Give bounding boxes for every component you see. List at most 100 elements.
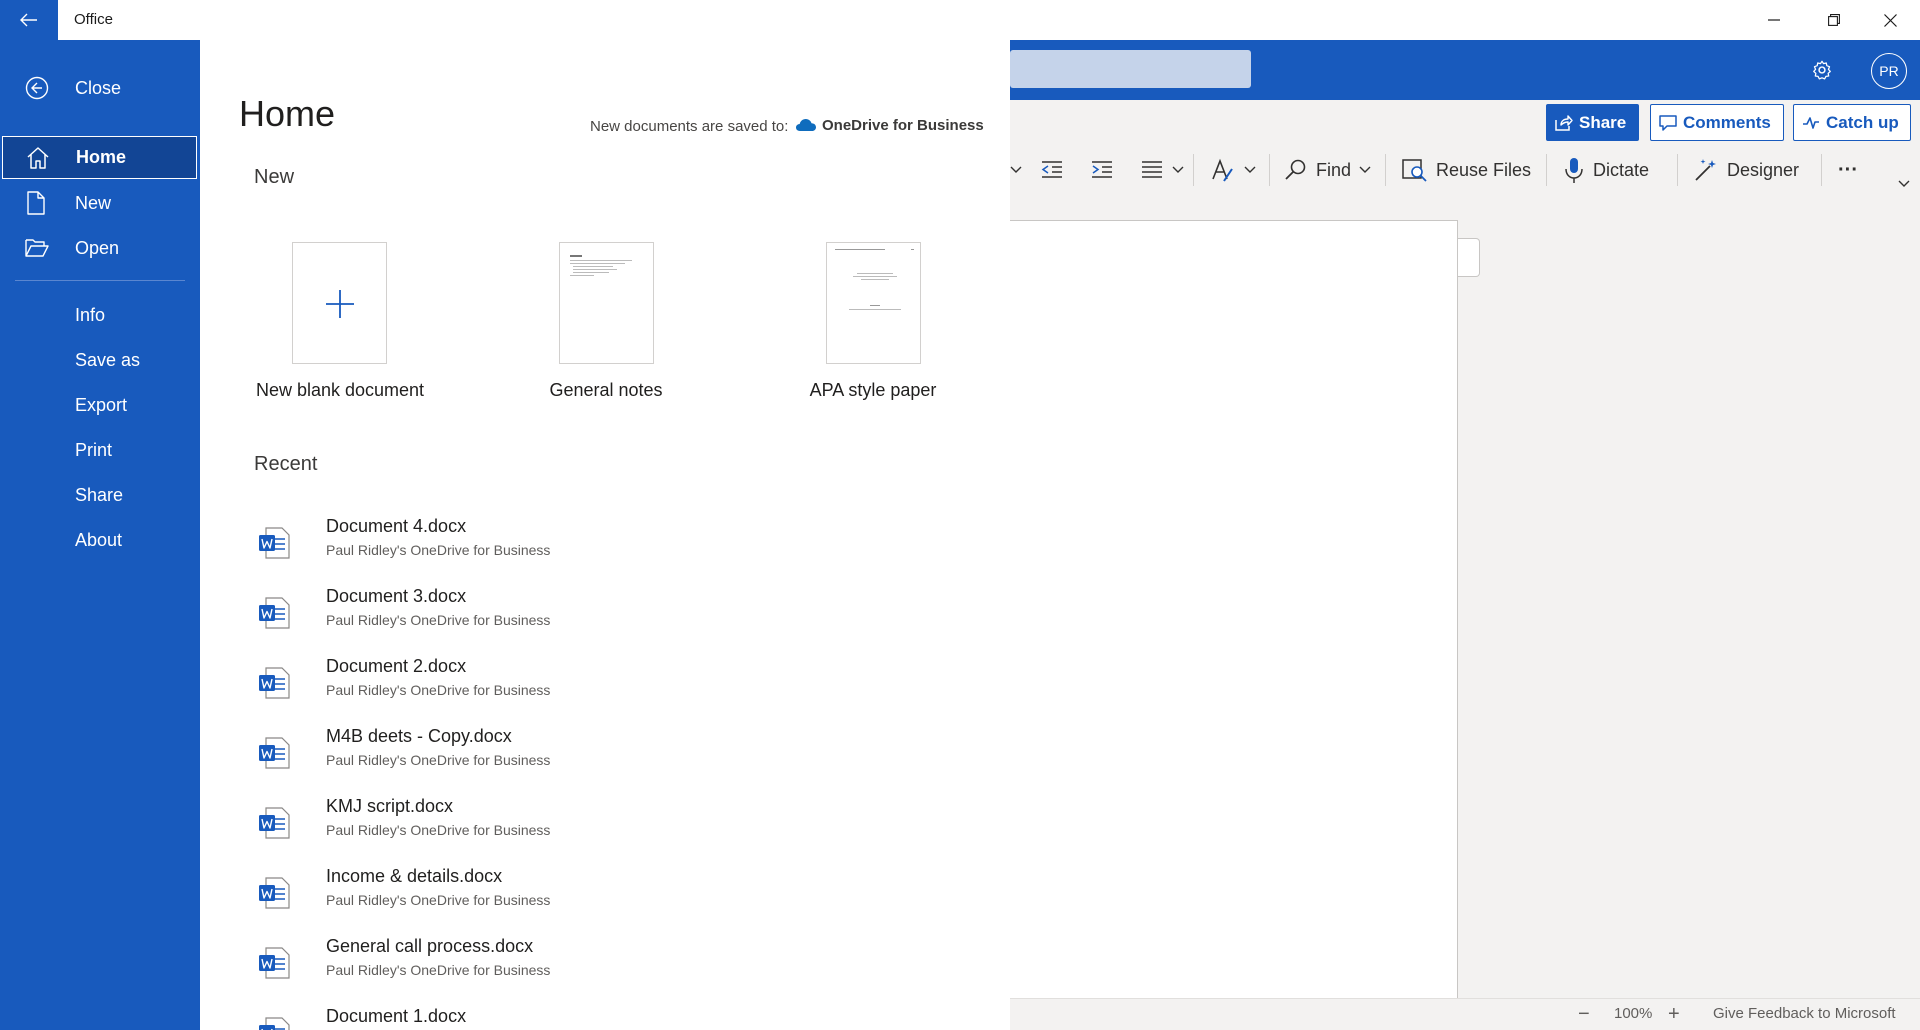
recent-file-location: Paul Ridley's OneDrive for Business: [326, 612, 551, 628]
word-document-icon: [258, 946, 292, 980]
list-item[interactable]: Document 3.docx Paul Ridley's OneDrive f…: [258, 586, 858, 648]
ribbon-separator: [1193, 154, 1194, 186]
avatar[interactable]: PR: [1871, 53, 1907, 89]
restore-icon: [1828, 14, 1840, 26]
sidebar-item-label: About: [75, 529, 123, 550]
ribbon-separator: [1269, 154, 1270, 186]
catch-up-button[interactable]: Catch up: [1793, 104, 1911, 141]
sidebar-divider: [15, 280, 185, 281]
list-item[interactable]: M4B deets - Copy.docx Paul Ridley's OneD…: [258, 726, 858, 788]
decrease-indent-button[interactable]: [1040, 152, 1064, 188]
recent-file-name: Document 4.docx: [326, 516, 467, 536]
template-label-blank[interactable]: New blank document: [230, 380, 450, 401]
sidebar-item-open[interactable]: Open: [0, 227, 200, 269]
designer-label: Designer: [1727, 159, 1800, 180]
close-label: Close: [75, 77, 122, 98]
comments-button[interactable]: Comments: [1650, 104, 1784, 141]
sidebar-item-new[interactable]: New: [0, 182, 200, 224]
minimize-icon: [1768, 19, 1780, 21]
dictate-button[interactable]: Dictate: [1563, 152, 1649, 188]
decrease-indent-icon: [1040, 160, 1064, 180]
ribbon-separator: [1821, 154, 1822, 186]
page-margin-marker: [1458, 238, 1480, 277]
word-document-icon: [258, 736, 292, 770]
list-item[interactable]: Document 2.docx Paul Ridley's OneDrive f…: [258, 656, 858, 718]
microphone-icon: [1563, 156, 1585, 184]
designer-wand-icon: [1693, 157, 1719, 183]
zoom-level[interactable]: 100%: [1614, 998, 1652, 1030]
word-document-icon: [258, 806, 292, 840]
give-feedback-link[interactable]: Give Feedback to Microsoft: [1713, 998, 1896, 1030]
general-notes-thumbnail[interactable]: [559, 242, 654, 364]
restore-button[interactable]: [1806, 0, 1862, 40]
dropdown-button[interactable]: [1010, 152, 1022, 188]
sidebar-item-info[interactable]: Info: [0, 294, 200, 336]
apa-paper-thumbnail[interactable]: [826, 242, 921, 364]
catch-up-label: Catch up: [1826, 112, 1899, 132]
search-box[interactable]: [1010, 50, 1251, 88]
new-section-heading: New: [254, 166, 295, 188]
back-button[interactable]: [0, 0, 58, 40]
more-options-button[interactable]: ···: [1838, 152, 1858, 188]
sidebar-item-share[interactable]: Share: [0, 474, 200, 516]
word-document-icon: [258, 1016, 292, 1030]
zoom-out-button[interactable]: −: [1578, 998, 1590, 1030]
expand-ribbon-button[interactable]: [1898, 172, 1910, 196]
sidebar-item-home[interactable]: Home: [2, 136, 197, 179]
recent-file-name: KMJ script.docx: [326, 796, 454, 816]
settings-button[interactable]: [1806, 54, 1838, 86]
ribbon-separator: [1546, 154, 1547, 186]
minimize-button[interactable]: [1746, 0, 1802, 40]
sidebar-item-label: Info: [75, 304, 106, 325]
reuse-files-button[interactable]: Reuse Files: [1402, 152, 1531, 188]
folder-open-icon: [25, 227, 49, 269]
blank-document-thumbnail[interactable]: [292, 242, 387, 364]
sidebar-item-save-as[interactable]: Save as: [0, 339, 200, 381]
ribbon-separator: [1677, 154, 1678, 186]
find-button[interactable]: Find: [1284, 152, 1371, 188]
close-backstage-button[interactable]: Close: [0, 67, 200, 109]
list-item[interactable]: Document 1.docx: [258, 1006, 858, 1030]
styles-button[interactable]: [1210, 152, 1256, 188]
template-label-general-notes[interactable]: General notes: [496, 380, 716, 401]
sidebar-item-label: New: [75, 192, 112, 213]
zoom-in-button[interactable]: +: [1668, 998, 1680, 1030]
dictate-label: Dictate: [1593, 159, 1650, 180]
list-item[interactable]: KMJ script.docx Paul Ridley's OneDrive f…: [258, 796, 858, 858]
recent-file-name: Document 1.docx: [326, 1006, 467, 1026]
designer-button[interactable]: Designer: [1693, 152, 1799, 188]
increase-indent-button[interactable]: [1090, 152, 1114, 188]
chevron-down-icon: [1172, 166, 1184, 174]
share-button[interactable]: Share: [1546, 104, 1639, 141]
save-location-label: OneDrive for Business: [822, 117, 984, 134]
recent-file-location: Paul Ridley's OneDrive for Business: [326, 962, 551, 978]
template-label-apa[interactable]: APA style paper: [763, 380, 983, 401]
sidebar-item-about[interactable]: About: [0, 519, 200, 561]
recent-file-name: Document 2.docx: [326, 656, 467, 676]
recent-file-name: M4B deets - Copy.docx: [326, 726, 512, 746]
chevron-down-icon: [1244, 166, 1256, 174]
page-title: Home: [239, 93, 336, 134]
sidebar-item-print[interactable]: Print: [0, 429, 200, 471]
list-item[interactable]: Document 4.docx Paul Ridley's OneDrive f…: [258, 516, 858, 578]
ribbon-separator: [1385, 154, 1386, 186]
share-icon: [1555, 114, 1573, 131]
sidebar-item-export[interactable]: Export: [0, 384, 200, 426]
search-icon: [1284, 158, 1308, 182]
new-document-icon: [25, 182, 47, 224]
word-document-icon: [258, 596, 292, 630]
apa-preview-graphic: [835, 249, 914, 310]
list-item[interactable]: Income & details.docx Paul Ridley's OneD…: [258, 866, 858, 928]
title-bar: [0, 0, 1920, 40]
document-page[interactable]: [1010, 220, 1458, 998]
align-dropdown-button[interactable]: [1140, 152, 1184, 188]
chevron-down-icon: [1010, 166, 1022, 174]
close-circle-arrow-icon: [25, 67, 49, 109]
word-document-icon: [258, 666, 292, 700]
list-item[interactable]: General call process.docx Paul Ridley's …: [258, 936, 858, 998]
sidebar-item-label: Home: [76, 147, 127, 167]
recent-file-location: Paul Ridley's OneDrive for Business: [326, 752, 551, 768]
close-window-button[interactable]: [1862, 0, 1918, 40]
align-icon: [1140, 160, 1164, 180]
save-location-note: New documents are saved to:: [590, 118, 789, 135]
